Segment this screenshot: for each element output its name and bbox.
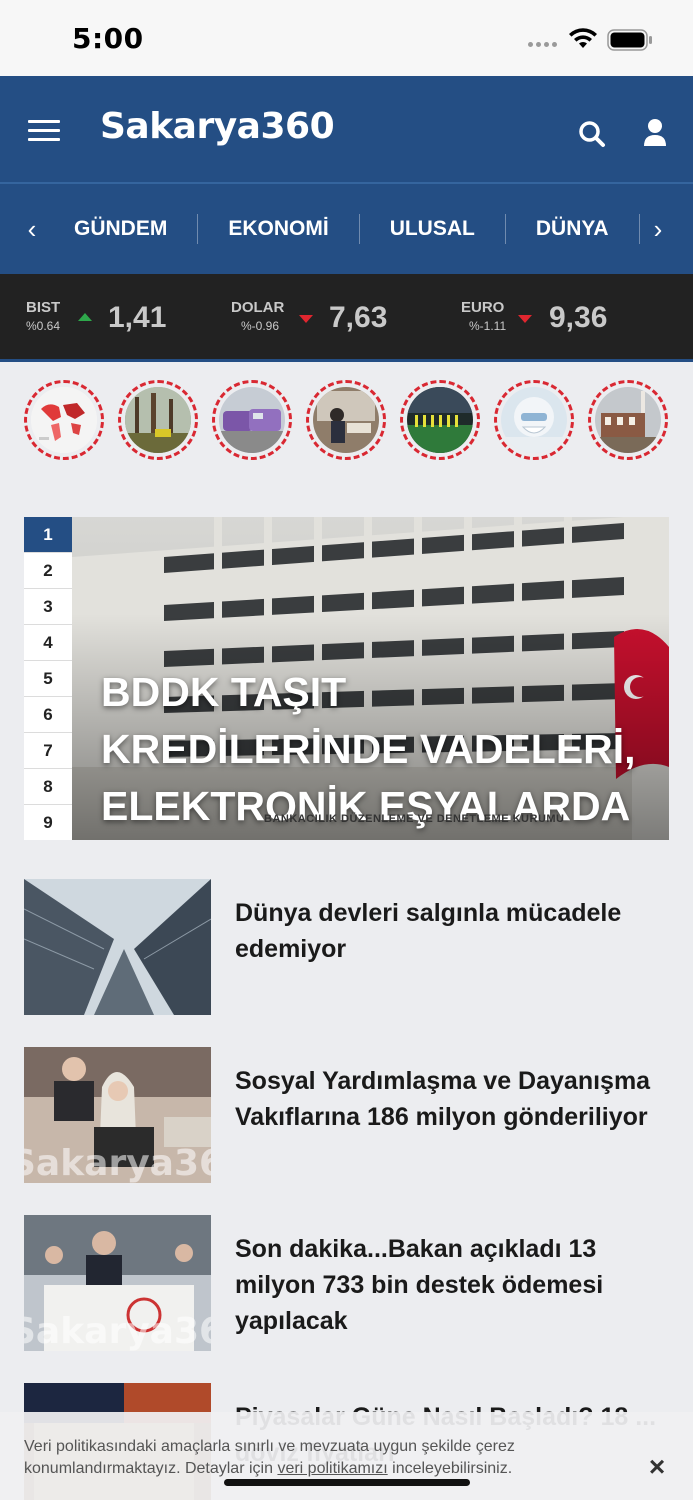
news-thumbnail — [24, 879, 211, 1015]
slider-page-3[interactable]: 3 — [24, 589, 72, 625]
story-image-medical — [501, 387, 567, 453]
story-item[interactable] — [494, 380, 574, 460]
slider-page-9[interactable]: 9 — [24, 805, 72, 840]
ticker-value: 9,36 — [549, 301, 608, 334]
slider-page-5[interactable]: 5 — [24, 661, 72, 697]
search-icon[interactable] — [578, 120, 606, 148]
chevron-right-icon[interactable]: › — [648, 214, 668, 244]
news-thumbnail: Sakarya360 — [24, 1215, 211, 1351]
privacy-policy-link[interactable]: veri politikamızı — [277, 1460, 387, 1477]
story-item[interactable] — [306, 380, 386, 460]
story-item[interactable] — [118, 380, 198, 460]
ticker-name: EURO — [461, 299, 505, 316]
status-bar: 5:00 — [0, 0, 693, 76]
story-item[interactable] — [24, 380, 104, 460]
home-indicator — [224, 1479, 470, 1486]
slider-page-2[interactable]: 2 — [24, 553, 72, 589]
story-item[interactable] — [212, 380, 292, 460]
slider-page-4[interactable]: 4 — [24, 625, 72, 661]
story-image-stadium — [407, 387, 473, 453]
logo[interactable]: Sakarya360 — [100, 106, 335, 147]
slider-page-1[interactable]: 1 — [24, 517, 72, 553]
category-nav: ‹ GÜNDEM EKONOMİ ULUSAL DÜNYA › — [0, 184, 693, 274]
arrow-down-icon — [518, 315, 532, 323]
building-sign: BANKACILIK DÜZENLEME VE DENETLEME KURUMU — [264, 813, 565, 825]
news-item[interactable]: Sakarya360 Sosyal Yardımlaşma ve Dayanış… — [24, 1047, 669, 1215]
cookie-text-after: inceleyebilirsiniz. — [387, 1460, 513, 1477]
arrow-up-icon — [78, 313, 92, 321]
news-item[interactable]: Sakarya360 Son dakika...Bakan açıkladı 1… — [24, 1215, 669, 1383]
headline-title[interactable]: BDDK TAŞIT KREDİLERİNDE VADELERİ, ELEKTR… — [101, 664, 641, 835]
news-thumbnail: Sakarya360 — [24, 1047, 211, 1183]
ticker-change: %-1.11 — [469, 319, 507, 333]
status-time: 5:00 — [72, 22, 144, 55]
category-ekonomi[interactable]: EKONOMİ — [198, 214, 360, 244]
story-item[interactable] — [400, 380, 480, 460]
chevron-left-icon[interactable]: ‹ — [22, 214, 42, 244]
user-icon[interactable] — [642, 118, 668, 148]
arrow-down-icon — [299, 315, 313, 323]
menu-icon[interactable] — [28, 120, 60, 144]
story-image-map — [31, 387, 97, 453]
slider-page-8[interactable]: 8 — [24, 769, 72, 805]
story-list — [24, 380, 668, 460]
market-ticker: BIST %0.64 1,41 DOLAR %-0.96 7,63 EURO %… — [0, 274, 693, 362]
thumbnail-watermark: Sakarya360 — [24, 1143, 211, 1183]
headline-slider[interactable]: BDDK TAŞIT KREDİLERİNDE VADELERİ, ELEKTR… — [24, 517, 669, 840]
story-item[interactable] — [588, 380, 668, 460]
category-list: GÜNDEM EKONOMİ ULUSAL DÜNYA — [46, 184, 640, 274]
slider-pagination: 1 2 3 4 5 6 7 8 9 — [24, 517, 72, 840]
category-ulusal[interactable]: ULUSAL — [360, 214, 506, 244]
wifi-icon — [569, 28, 597, 48]
app-header: Sakarya360 — [0, 76, 693, 184]
news-title[interactable]: Dünya devleri salgınla mücadele edemiyor — [235, 895, 660, 967]
story-image-mosque — [595, 387, 661, 453]
slider-page-6[interactable]: 6 — [24, 697, 72, 733]
news-item[interactable]: Dünya devleri salgınla mücadele edemiyor — [24, 879, 669, 1047]
ticker-change: %0.64 — [26, 319, 61, 333]
slider-page-7[interactable]: 7 — [24, 733, 72, 769]
ticker-change: %-0.96 — [241, 319, 280, 333]
news-list: Dünya devleri salgınla mücadele edemiyor… — [24, 879, 669, 1500]
news-title[interactable]: Sosyal Yardımlaşma ve Dayanışma Vakıflar… — [235, 1063, 660, 1135]
cookie-text: Veri politikasındaki amaçlarla sınırlı v… — [24, 1436, 584, 1480]
story-image-vans — [219, 387, 285, 453]
ticker-name: BIST — [26, 299, 61, 316]
story-image-forest — [125, 387, 191, 453]
thumbnail-watermark: Sakarya360 — [24, 1311, 211, 1351]
cookie-banner: Veri politikasındaki amaçlarla sınırlı v… — [0, 1412, 693, 1500]
ticker-value: 1,41 — [108, 301, 167, 334]
news-title[interactable]: Son dakika...Bakan açıkladı 13 milyon 73… — [235, 1231, 660, 1339]
category-gundem[interactable]: GÜNDEM — [46, 214, 199, 244]
battery-icon — [607, 29, 652, 51]
close-icon[interactable]: × — [644, 1453, 670, 1481]
signal-icon — [528, 42, 557, 47]
ticker-name: DOLAR — [231, 299, 285, 316]
category-dunya[interactable]: DÜNYA — [506, 214, 640, 244]
story-image-interior — [313, 387, 379, 453]
ticker-value: 7,63 — [329, 301, 388, 334]
